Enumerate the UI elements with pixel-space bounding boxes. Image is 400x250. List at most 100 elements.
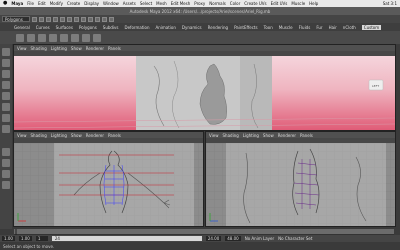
snap-grid-icon[interactable] <box>74 16 79 22</box>
shelf-tool-icon[interactable] <box>60 33 68 42</box>
panel-menu-panels[interactable]: Panels <box>300 133 313 138</box>
shelf-tab-rendering[interactable]: Rendering <box>208 25 228 30</box>
shelf-tab-animation[interactable]: Animation <box>156 25 176 30</box>
save-scene-icon[interactable] <box>46 16 51 22</box>
perspective-panel: View Shading Lighting Show Renderer Pane… <box>13 44 396 131</box>
start-time-field[interactable]: 1.00 <box>2 236 15 241</box>
shelf-tab-curves[interactable]: Curves <box>36 25 50 30</box>
shelf-tool-icon[interactable] <box>93 33 101 42</box>
shelf-tab-toon[interactable]: Toon <box>264 25 273 30</box>
shelf-tab-hair[interactable]: Hair <box>329 25 337 30</box>
shelf-tab-dynamics[interactable]: Dynamics <box>182 25 202 30</box>
panel-menu-renderer[interactable]: Renderer <box>278 133 296 138</box>
shelf-tab-fur[interactable]: Fur <box>316 25 322 30</box>
arrow-icon[interactable] <box>2 48 10 56</box>
menu-color[interactable]: Color <box>230 1 240 6</box>
panel-menu-view[interactable]: View <box>17 46 27 51</box>
panel-menu-show[interactable]: Show <box>71 133 82 138</box>
panel-menu-shading[interactable]: Shading <box>31 46 47 51</box>
perspective-viewport[interactable]: LEFT <box>14 56 395 130</box>
panel-menu-lighting[interactable]: Lighting <box>51 133 67 138</box>
range-slider[interactable]: 24 <box>51 236 202 241</box>
anim-layer-dropdown[interactable]: No Anim Layer <box>245 236 274 241</box>
menu-assets[interactable]: Assets <box>123 1 136 6</box>
panel-menu-panels[interactable]: Panels <box>108 46 121 51</box>
menu-edit[interactable]: Edit <box>38 1 46 6</box>
new-scene-icon[interactable] <box>32 16 37 22</box>
panel-menu-shading[interactable]: Shading <box>223 133 239 138</box>
panel-menu-lighting[interactable]: Lighting <box>243 133 259 138</box>
menu-edit-mesh[interactable]: Edit Mesh <box>171 1 191 6</box>
rotate-icon[interactable] <box>2 92 10 100</box>
panel-menu-show[interactable]: Show <box>71 46 82 51</box>
lasso-icon[interactable] <box>2 59 10 67</box>
menu-set-dropdown[interactable]: Polygons <box>2 16 30 22</box>
select-component-icon[interactable] <box>67 16 72 22</box>
shelf-tab-fluids[interactable]: Fluids <box>299 25 311 30</box>
shelf-tool-icon[interactable] <box>49 33 57 42</box>
render-settings-icon[interactable] <box>109 16 114 22</box>
select-hierarchy-icon[interactable] <box>53 16 58 22</box>
shelf-tab-general[interactable]: General <box>14 25 30 30</box>
range-end-field[interactable]: 24.00 <box>205 236 222 241</box>
panel-menu-shading[interactable]: Shading <box>31 133 47 138</box>
ipr-render-icon[interactable] <box>102 16 107 22</box>
apple-icon[interactable]: ● <box>3 0 7 7</box>
panel-menu-panels[interactable]: Panels <box>108 133 121 138</box>
panel-menu-renderer[interactable]: Renderer <box>86 46 104 51</box>
menu-select[interactable]: Select <box>140 1 152 6</box>
panel-menu-lighting[interactable]: Lighting <box>51 46 67 51</box>
snap-point-icon[interactable] <box>88 16 93 22</box>
layout-four-icon[interactable] <box>2 159 10 167</box>
shelf-tab-subdivs[interactable]: Subdivs <box>103 25 119 30</box>
render-icon[interactable] <box>95 16 100 22</box>
shelf-tool-icon[interactable] <box>82 33 90 42</box>
paint-select-icon[interactable] <box>2 70 10 78</box>
scale-icon[interactable] <box>2 103 10 111</box>
shelf-tab-muscle[interactable]: Muscle <box>279 25 293 30</box>
side-viewport[interactable] <box>206 143 395 226</box>
panel-menu-view[interactable]: View <box>17 133 27 138</box>
menu-muscle[interactable]: Muscle <box>291 1 305 6</box>
move-icon[interactable] <box>2 81 10 89</box>
current-frame-field[interactable]: 1.00 <box>18 236 32 241</box>
menu-normals[interactable]: Normals <box>209 1 226 6</box>
select-object-icon[interactable] <box>60 16 65 22</box>
snap-curve-icon[interactable] <box>81 16 86 22</box>
menu-help[interactable]: Help <box>309 1 318 6</box>
shelf-tool-icon[interactable] <box>16 33 24 42</box>
shelf-tab-painteffects[interactable]: PaintEffects <box>234 25 258 30</box>
last-tool-icon[interactable] <box>2 125 10 133</box>
layout-two-icon[interactable] <box>2 170 10 178</box>
menu-create[interactable]: Create <box>67 1 80 6</box>
shelf-tab-custom[interactable]: Custom <box>361 24 382 30</box>
panel-menu-show[interactable]: Show <box>263 133 274 138</box>
character-set-dropdown[interactable]: No Character Set <box>278 236 312 241</box>
panel-menu-view[interactable]: View <box>209 133 219 138</box>
layout-outliner-icon[interactable] <box>2 181 10 189</box>
shelf-tab-deformation[interactable]: Deformation <box>125 25 150 30</box>
open-scene-icon[interactable] <box>39 16 44 22</box>
shelf-tab-polygons[interactable]: Polygons <box>79 25 97 30</box>
shelf-tool-icon[interactable] <box>27 33 35 42</box>
range-start-field[interactable]: 1 <box>35 236 48 241</box>
menu-modify[interactable]: Modify <box>50 1 63 6</box>
status-line: Polygons <box>0 15 400 23</box>
end-time-field[interactable]: 48.00 <box>225 236 241 241</box>
menu-file[interactable]: File <box>27 1 34 6</box>
app-name[interactable]: Maya <box>11 1 23 6</box>
shelf-tab-surfaces[interactable]: Surfaces <box>56 25 73 30</box>
shelf-tool-icon[interactable] <box>71 33 79 42</box>
front-viewport[interactable] <box>14 143 203 226</box>
shelf-tab-ncloth[interactable]: nCloth <box>343 25 356 30</box>
show-manipulator-icon[interactable] <box>2 114 10 122</box>
shelf-tool-icon[interactable] <box>38 33 46 42</box>
menu-mesh[interactable]: Mesh <box>156 1 167 6</box>
panel-menu-renderer[interactable]: Renderer <box>86 133 104 138</box>
menu-display[interactable]: Display <box>84 1 99 6</box>
layout-single-icon[interactable] <box>2 148 10 156</box>
menu-create-uvs[interactable]: Create UVs <box>244 1 266 6</box>
menu-window[interactable]: Window <box>103 1 119 6</box>
menu-proxy[interactable]: Proxy <box>194 1 205 6</box>
menu-edit-uvs[interactable]: Edit UVs <box>271 1 288 6</box>
